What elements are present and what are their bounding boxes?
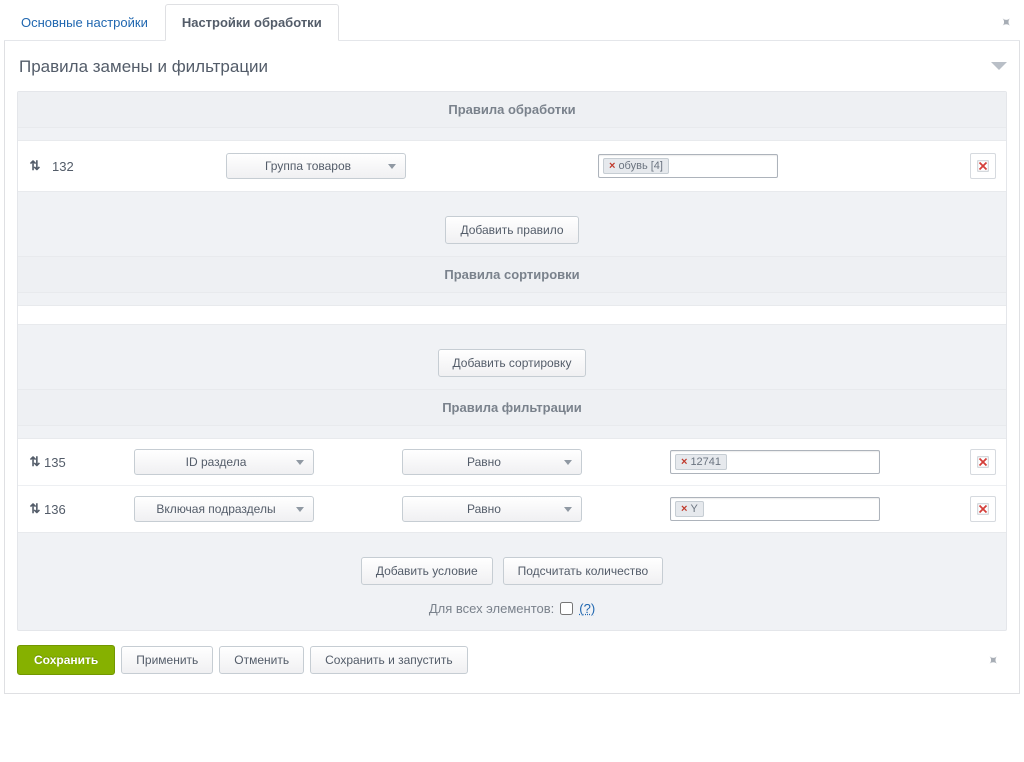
processing-rules-block: ⇅ 132 Группа товаров ×обувь [4] <box>18 140 1006 192</box>
add-sort-button[interactable]: Добавить сортировку <box>438 349 587 377</box>
pin-icon[interactable]: ✦ <box>996 12 1016 32</box>
drag-handle-icon[interactable]: ⇅ <box>28 501 42 517</box>
all-elements-row: Для всех элементов: (?) <box>18 597 1006 630</box>
all-elements-label: Для всех элементов: <box>429 601 554 616</box>
tab-main-settings[interactable]: Основные настройки <box>4 4 165 40</box>
filter-op-select[interactable]: Равно <box>402 449 582 475</box>
tab-processing-settings[interactable]: Настройки обработки <box>165 4 339 41</box>
filter-field-label: ID раздела <box>134 449 314 475</box>
save-run-button[interactable]: Сохранить и запустить <box>310 646 468 674</box>
tag-remove-icon[interactable]: × <box>681 456 687 468</box>
tag-chip[interactable]: ×12741 <box>675 454 727 470</box>
tabs-bar: Основные настройки Настройки обработки ✦ <box>4 4 1020 41</box>
panel-title: Правила замены и фильтрации <box>17 53 270 81</box>
save-button[interactable]: Сохранить <box>17 645 115 675</box>
filter-field-select[interactable]: Включая подразделы <box>134 496 314 522</box>
section-header-filter: Правила фильтрации <box>18 389 1006 426</box>
filter-field-label: Включая подразделы <box>134 496 314 522</box>
filter-value-input[interactable]: ×Y <box>670 497 880 521</box>
tag-chip-label: Y <box>690 503 697 515</box>
all-elements-checkbox[interactable] <box>560 602 573 615</box>
tag-remove-icon[interactable]: × <box>681 503 687 515</box>
tag-remove-icon[interactable]: × <box>609 160 615 172</box>
filter-id: 136 <box>44 502 74 517</box>
section-header-rules: Правила обработки <box>18 92 1006 128</box>
footer-actions: Сохранить Применить Отменить Сохранить и… <box>17 645 1007 675</box>
collapse-icon[interactable] <box>991 60 1007 75</box>
filter-op-label: Равно <box>402 449 582 475</box>
pin-icon[interactable]: ✦ <box>983 650 1003 670</box>
section-header-sorting: Правила сортировки <box>18 256 1006 293</box>
filter-row: ⇅ 136 Включая подразделы Равно ×Y <box>18 486 1006 532</box>
apply-button[interactable]: Применить <box>121 646 213 674</box>
rule-value-input[interactable]: ×обувь [4] <box>598 154 778 178</box>
filter-field-select[interactable]: ID раздела <box>134 449 314 475</box>
tag-chip-label: обувь [4] <box>618 160 663 172</box>
processing-rule-row: ⇅ 132 Группа товаров ×обувь [4] <box>18 141 1006 191</box>
add-condition-button[interactable]: Добавить условие <box>361 557 493 585</box>
rule-id: 132 <box>52 159 82 174</box>
count-button[interactable]: Подсчитать количество <box>503 557 664 585</box>
rule-type-select[interactable]: Группа товаров <box>226 153 406 179</box>
drag-handle-icon[interactable]: ⇅ <box>28 454 42 470</box>
filter-op-select[interactable]: Равно <box>402 496 582 522</box>
filter-row: ⇅ 135 ID раздела Равно ×12741 <box>18 439 1006 485</box>
filter-rules-block: ⇅ 135 ID раздела Равно ×12741 <box>18 438 1006 533</box>
panel-processing: Правила замены и фильтрации Правила обра… <box>4 41 1020 694</box>
drag-handle-icon[interactable]: ⇅ <box>28 158 42 174</box>
tag-chip[interactable]: ×обувь [4] <box>603 158 669 174</box>
rules-container: Правила обработки ⇅ 132 Группа товаров ×… <box>17 91 1007 631</box>
sorting-empty-block <box>18 305 1006 325</box>
tag-chip-label: 12741 <box>690 456 721 468</box>
delete-filter-button[interactable] <box>970 496 996 522</box>
filter-id: 135 <box>44 455 74 470</box>
rule-type-select-label: Группа товаров <box>226 153 406 179</box>
filter-op-label: Равно <box>402 496 582 522</box>
add-rule-button[interactable]: Добавить правило <box>445 216 578 244</box>
help-link[interactable]: (?) <box>579 601 595 616</box>
delete-rule-button[interactable] <box>970 153 996 179</box>
delete-filter-button[interactable] <box>970 449 996 475</box>
cancel-button[interactable]: Отменить <box>219 646 304 674</box>
filter-value-input[interactable]: ×12741 <box>670 450 880 474</box>
tag-chip[interactable]: ×Y <box>675 501 704 517</box>
